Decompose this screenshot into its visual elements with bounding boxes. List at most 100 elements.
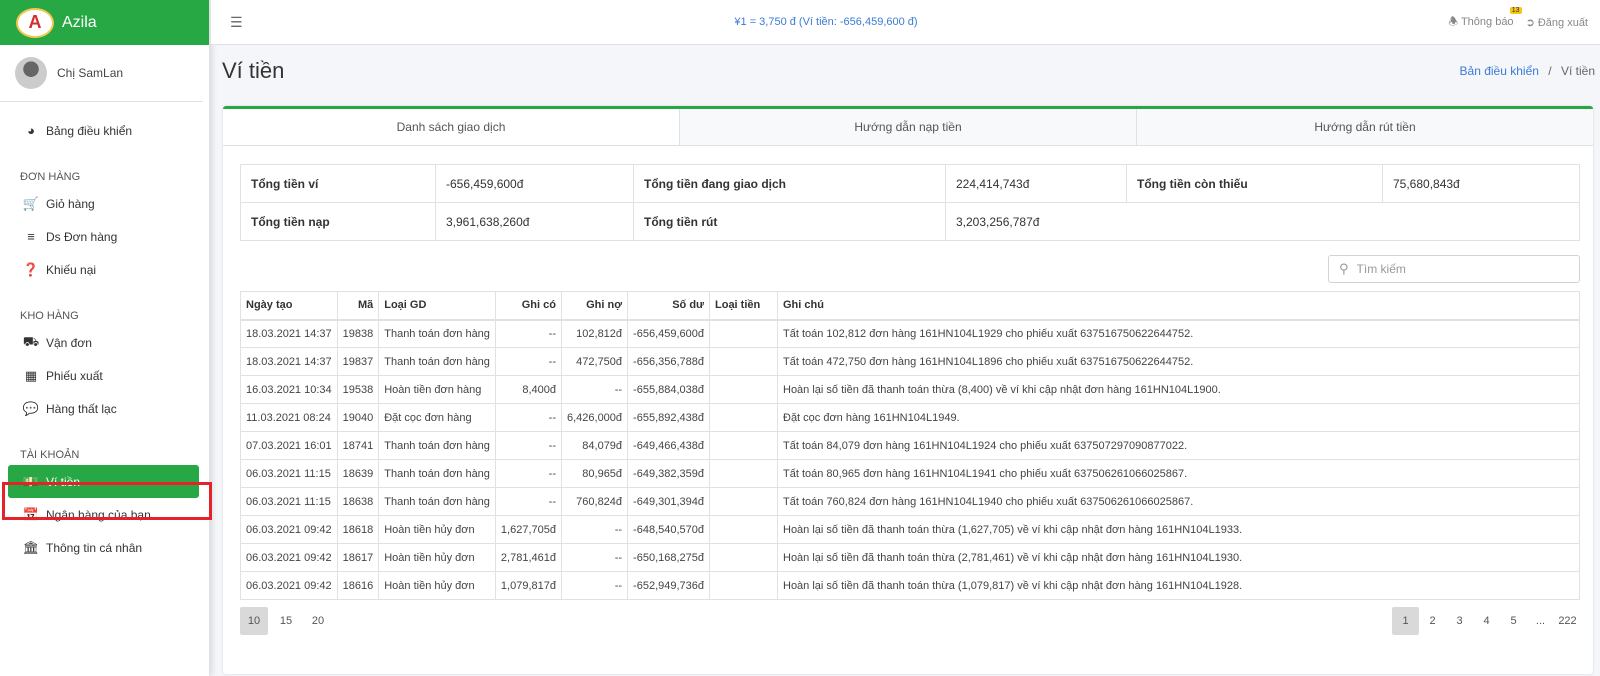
summary-row: Tổng tiền nạp 3,961,638,260đ Tổng tiền r…	[240, 202, 1580, 241]
cell-code: 18741	[336, 431, 380, 460]
cart-icon: 🛒	[22, 195, 40, 211]
table-row[interactable]: 18.03.2021 14:37 19837 Thanh toán đơn hàng…	[240, 347, 1580, 376]
summary-wallet-label: Tổng tiền ví	[240, 164, 436, 203]
cell-note: Hoàn lại số tiền đã thanh toán thừa (1,0…	[777, 571, 1580, 600]
sidebar-item-shipping[interactable]: ⛟ Vận đơn	[0, 326, 209, 359]
sidebar: A Azila Chị SamLan ◕ Bảng điều khiển ĐƠN…	[0, 0, 210, 676]
cell-code: 18617	[336, 543, 380, 572]
page-button[interactable]: 1	[1392, 607, 1419, 635]
logout-icon: ➲	[1525, 16, 1535, 29]
cell-credit: --	[494, 487, 562, 516]
column-header-currency[interactable]: Loại tiền	[709, 291, 778, 321]
summary-table: Tổng tiền ví -656,459,600đ Tổng tiền đan…	[240, 164, 1580, 241]
sidebar-item-export-slip[interactable]: ▦ Phiếu xuất	[0, 359, 209, 392]
cell-credit: --	[494, 431, 562, 460]
page-size-option[interactable]: 20	[304, 607, 332, 635]
cell-type: Thanh toán đơn hàng	[378, 431, 496, 460]
column-header-credit[interactable]: Ghi có	[494, 291, 562, 321]
cell-balance: -649,466,438đ	[627, 431, 710, 460]
cell-code: 18616	[336, 571, 380, 600]
summary-wallet-value: -656,459,600đ	[435, 164, 634, 203]
cell-code: 18638	[336, 487, 380, 516]
summary-withdraw-label: Tổng tiền rút	[633, 202, 946, 241]
cell-credit: --	[494, 459, 562, 488]
sidebar-item-order-list[interactable]: ≡ Ds Đơn hàng	[0, 220, 209, 253]
search-input[interactable]	[1356, 262, 1557, 276]
cell-balance: -650,168,275đ	[627, 543, 710, 572]
cell-credit: 1,627,705đ	[494, 515, 562, 544]
table-row[interactable]: 06.03.2021 09:42 18617 Hoàn tiền hủy đơn 2,…	[240, 543, 1580, 572]
tab-transactions[interactable]: Danh sách giao dịch	[223, 109, 679, 145]
table-header-row: Ngày tạo Mã Loại GD Ghi có Ghi nợ Số dư …	[240, 291, 1580, 321]
cell-date: 06.03.2021 11:15	[240, 487, 338, 516]
cell-date: 16.03.2021 10:34	[240, 375, 338, 404]
cell-balance: -648,540,570đ	[627, 515, 710, 544]
sidebar-item-cart[interactable]: 🛒 Giỏ hàng	[0, 187, 209, 220]
breadcrumb-separator: /	[1548, 64, 1552, 78]
page-size-option[interactable]: 15	[272, 607, 300, 635]
summary-missing-label: Tổng tiền còn thiếu	[1126, 164, 1383, 203]
table-row[interactable]: 18.03.2021 14:37 19838 Thanh toán đơn hàng…	[240, 319, 1580, 348]
cell-date: 06.03.2021 09:42	[240, 515, 338, 544]
topbar: ☰ ¥1 = 3,750 đ (Ví tiền: -656,459,600 đ)…	[211, 0, 1600, 45]
table-row[interactable]: 06.03.2021 11:15 18638 Thanh toán đơn hàng…	[240, 487, 1580, 516]
table-row[interactable]: 11.03.2021 08:24 19040 Đặt cọc đơn hàng -- 6…	[240, 403, 1580, 432]
dashboard-icon: ◕	[27, 123, 35, 138]
page-button[interactable]: 3	[1446, 607, 1473, 635]
cell-code: 19040	[336, 403, 380, 432]
page-button[interactable]: 4	[1473, 607, 1500, 635]
cell-note: Tất toán 80,965 đơn hàng 161HN104L1941 c…	[777, 459, 1580, 488]
page-button[interactable]: 2	[1419, 607, 1446, 635]
cell-date: 07.03.2021 16:01	[240, 431, 338, 460]
cell-credit: 8,400đ	[494, 375, 562, 404]
notifications-button[interactable]: 🕭 Thông báo 13	[1448, 6, 1522, 32]
highlight-box	[2, 482, 212, 520]
summary-row: Tổng tiền ví -656,459,600đ Tổng tiền đan…	[240, 164, 1580, 203]
cell-balance: -656,356,788đ	[627, 347, 710, 376]
table-row[interactable]: 16.03.2021 10:34 19538 Hoàn tiền đơn hàng 8…	[240, 375, 1580, 404]
column-header-balance[interactable]: Số dư	[627, 291, 710, 321]
sidebar-item-dashboard[interactable]: ◕ Bảng điều khiển	[0, 114, 209, 147]
cell-note: Hoàn lại số tiền đã thanh toán thừa (1,6…	[777, 515, 1580, 544]
cell-currency	[709, 515, 778, 544]
top-right-actions: 🕭 Thông báo 13 ➲ Đăng xuất	[1448, 6, 1588, 32]
cell-date: 06.03.2021 09:42	[240, 571, 338, 600]
sidebar-item-label: Hàng thất lạc	[46, 401, 117, 416]
tab-withdraw-guide[interactable]: Hướng dẫn rút tiền	[1136, 109, 1593, 145]
table-row[interactable]: 07.03.2021 16:01 18741 Thanh toán đơn hàng…	[240, 431, 1580, 460]
bell-icon: 🕭	[1448, 15, 1459, 28]
page-button[interactable]: 222	[1554, 607, 1581, 635]
sidebar-item-lost-goods[interactable]: 💬 Hàng thất lạc	[0, 392, 209, 425]
chat-icon: 💬	[22, 400, 40, 416]
column-header-type[interactable]: Loại GD	[378, 291, 496, 321]
summary-deposit-value: 3,961,638,260đ	[435, 202, 634, 241]
sidebar-item-complaints[interactable]: ❓ Khiếu nại	[0, 253, 209, 286]
cell-note: Tất toán 102,812 đơn hàng 161HN104L1929 …	[777, 319, 1580, 348]
cell-date: 11.03.2021 08:24	[240, 403, 338, 432]
table-body: 18.03.2021 14:37 19838 Thanh toán đơn hàng…	[240, 319, 1580, 600]
sidebar-item-profile[interactable]: 🏛 Thông tin cá nhân	[0, 531, 209, 564]
cell-debit: --	[560, 543, 629, 572]
logout-button[interactable]: ➲ Đăng xuất	[1526, 16, 1588, 29]
summary-missing-value: 75,680,843đ	[1382, 164, 1580, 203]
breadcrumb-link-dashboard[interactable]: Bản điều khiển	[1460, 64, 1539, 78]
brand[interactable]: A Azila	[0, 0, 209, 45]
cell-balance: -649,301,394đ	[627, 487, 710, 516]
sidebar-item-label: Thông tin cá nhân	[46, 540, 143, 555]
column-header-code[interactable]: Mã	[336, 291, 380, 321]
user-panel[interactable]: Chị SamLan	[0, 45, 203, 102]
cell-balance: -655,884,038đ	[627, 375, 710, 404]
table-row[interactable]: 06.03.2021 09:42 18618 Hoàn tiền hủy đơn 1,…	[240, 515, 1580, 544]
cell-currency	[709, 347, 778, 376]
column-header-date[interactable]: Ngày tạo	[240, 291, 338, 321]
page-title: Ví tiền	[222, 58, 285, 83]
table-row[interactable]: 06.03.2021 09:42 18616 Hoàn tiền hủy đơn 1,…	[240, 571, 1580, 600]
page-button[interactable]: 5	[1500, 607, 1527, 635]
cell-credit: --	[494, 403, 562, 432]
column-header-note[interactable]: Ghi chú	[777, 291, 1580, 321]
page-size-option[interactable]: 10	[240, 607, 268, 635]
cell-currency	[709, 459, 778, 488]
tab-deposit-guide[interactable]: Hướng dẫn nạp tiền	[679, 109, 1136, 145]
column-header-debit[interactable]: Ghi nợ	[560, 291, 629, 321]
table-row[interactable]: 06.03.2021 11:15 18639 Thanh toán đơn hàng…	[240, 459, 1580, 488]
